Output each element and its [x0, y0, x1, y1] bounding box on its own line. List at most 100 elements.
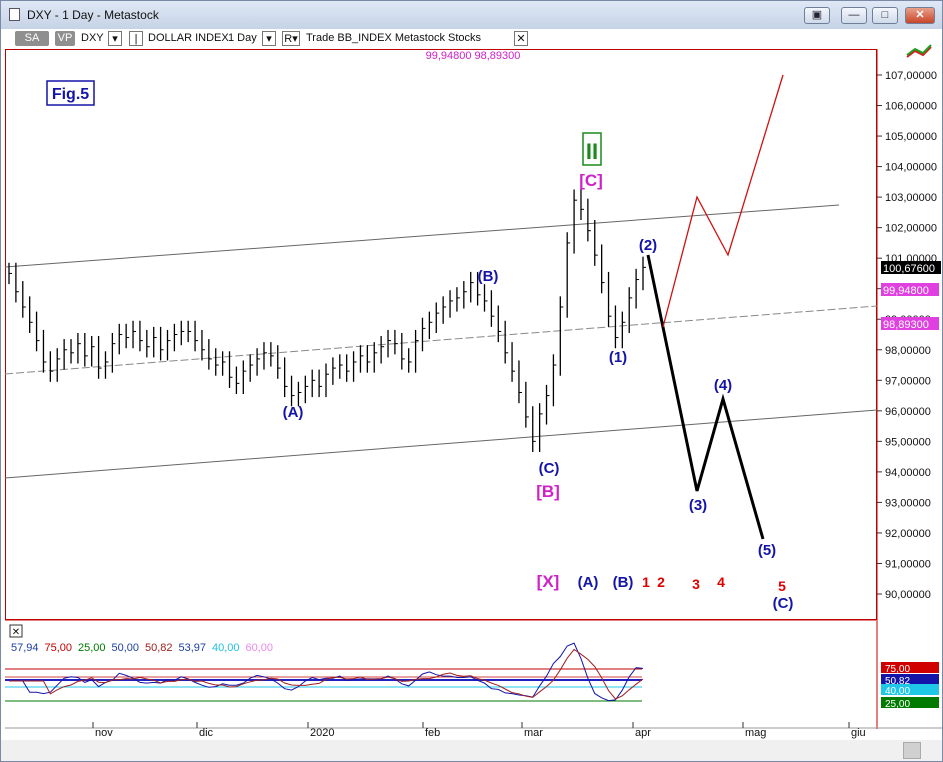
price-bar [421, 317, 426, 352]
price-bar [628, 287, 633, 333]
price-bar [22, 281, 26, 318]
price-tick-label: 94,00000 [885, 467, 931, 479]
indicator-value: 57,94 [11, 642, 39, 654]
price-bar [159, 326, 164, 361]
price-bar [125, 323, 130, 349]
price-axis-badges: 100,67600 99,94800 98,89300 [881, 261, 941, 331]
price-bar [545, 384, 550, 425]
wave-projection-red [662, 74, 784, 328]
indicator-value: 50,00 [112, 642, 140, 654]
price-bar [215, 348, 219, 376]
price-tick-label: 104,00000 [885, 162, 937, 174]
title-bar: DXY - 1 Day - Metastock ▣ — □ ✕ [1, 1, 942, 29]
price-bar [456, 287, 460, 312]
chart-tools-icon[interactable] [906, 44, 932, 58]
price-bar [614, 305, 619, 349]
wave-A-label: (A) [283, 404, 304, 421]
price-bar [339, 354, 343, 379]
price-bar [414, 329, 419, 373]
price-bar [297, 381, 302, 407]
indicator-values: 57,94 75,00 25,00 50,00 50,82 53,97 40,00 60,00 [11, 642, 273, 654]
price-bar [497, 305, 502, 343]
price-tick-label: 106,00000 [885, 101, 937, 113]
price-bar [139, 320, 143, 352]
red-wave-3: 3 [692, 576, 700, 592]
price-bar [187, 320, 192, 343]
red-wave-1: 1 [642, 574, 650, 590]
price-chart[interactable]: Fig.5 99,94800 98,89300 II (A) (B) (C) [… [5, 29, 942, 740]
close-button[interactable]: ✕ [905, 7, 935, 24]
bottom-X-label: [X] [537, 572, 560, 591]
bb-upper-badge: 99,94800 [883, 285, 929, 297]
price-bar [552, 354, 557, 407]
price-bar [235, 366, 240, 395]
price-bar [394, 329, 398, 355]
price-bar [84, 332, 88, 367]
document-icon [9, 8, 20, 21]
minimize-button[interactable]: — [841, 7, 867, 24]
price-bar [332, 357, 336, 385]
price-bar [559, 296, 564, 376]
price-tick-label: 102,00000 [885, 223, 937, 235]
price-bar [511, 342, 516, 382]
price-bar [408, 348, 412, 373]
indicator-close-button[interactable]: ✕ [12, 627, 20, 638]
date-tick-label: mag [745, 727, 766, 739]
wave-B-bracket-label: [B] [536, 482, 560, 501]
wave-2-label: (2) [639, 237, 657, 254]
price-bar [538, 403, 543, 453]
price-bar [277, 345, 281, 379]
price-bar [97, 336, 102, 379]
price-bar [435, 302, 440, 333]
wave-C-label: (C) [539, 460, 560, 477]
badge-75: 75,00 [885, 664, 910, 675]
wave-3-label: (3) [689, 497, 707, 514]
price-bar [153, 326, 157, 358]
price-bar [8, 262, 12, 285]
price-bar [373, 342, 378, 373]
price-bar [118, 323, 123, 355]
price-bar [249, 354, 254, 382]
price-bar [304, 375, 309, 404]
price-bar [242, 360, 247, 395]
price-bar [635, 268, 640, 309]
price-bar [111, 332, 116, 373]
price-axis: 107,00000 106,00000 105,00000 104,00000 103,… [877, 70, 937, 601]
price-bar [428, 311, 433, 340]
window-title: DXY - 1 Day - Metastock [27, 8, 159, 22]
date-axis: nov dic 2020 feb mar apr mag giu [92, 722, 866, 739]
price-bar [35, 311, 40, 352]
maximize-button[interactable]: □ [872, 7, 898, 24]
price-tick-label: 95,00000 [885, 436, 931, 448]
price-bar [263, 342, 267, 370]
price-bar [642, 256, 646, 291]
metastock-window: DXY - 1 Day - Metastock ▣ — □ ✕ SA VP DX… [0, 0, 943, 762]
price-tick-label: 93,00000 [885, 497, 931, 509]
date-tick-label: feb [425, 727, 440, 739]
date-tick-label: dic [199, 727, 214, 739]
restore-layout-button[interactable]: ▣ [804, 7, 830, 24]
price-bar [166, 329, 171, 361]
price-bar [132, 320, 137, 349]
price-tick-label: 91,00000 [885, 558, 931, 570]
price-bar [463, 281, 467, 309]
price-bar [601, 244, 605, 294]
scroll-area[interactable] [1, 740, 942, 761]
bottom-A-label: (A) [578, 574, 599, 591]
date-tick-label: giu [851, 727, 866, 739]
price-tick-label: 98,00000 [885, 345, 931, 357]
price-bar [180, 320, 185, 346]
price-bar [580, 189, 584, 221]
badge-25: 25,00 [885, 699, 910, 710]
price-bar [359, 345, 364, 373]
bottom-B-label: (B) [613, 574, 634, 591]
indicator-value: 53,97 [179, 642, 207, 654]
price-bars [8, 189, 646, 453]
scrollbar-thumb[interactable] [903, 742, 921, 759]
price-bar [146, 329, 150, 358]
price-bar [380, 336, 385, 364]
price-tick-label: 90,00000 [885, 589, 931, 601]
price-bar [15, 262, 19, 303]
wave-1-label: (1) [609, 349, 627, 366]
price-bar [208, 339, 212, 370]
